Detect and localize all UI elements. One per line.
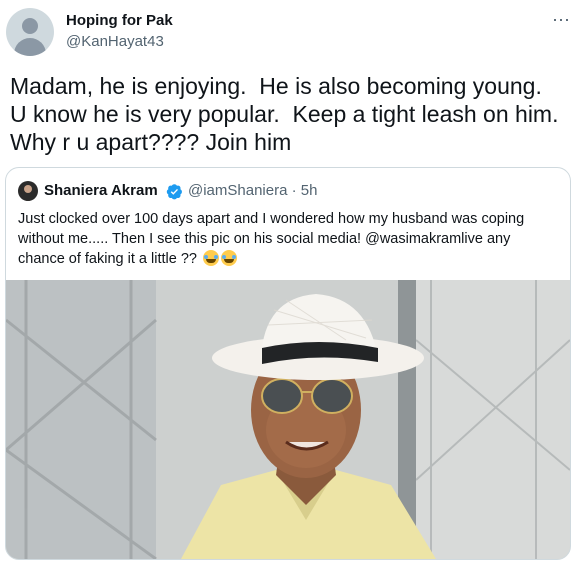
quoted-avatar-face [24,185,32,193]
tweet-text: Madam, he is enjoying. He is also becomi… [10,73,572,155]
quoted-avatar[interactable] [18,181,38,201]
photo-image [6,280,570,559]
author-display-name[interactable]: Hoping for Pak [66,12,173,29]
avatar-head-shape [22,18,38,34]
tears-of-joy-emoji-icon [220,250,237,266]
avatar-shoulders-shape [14,38,46,56]
quoted-text-body: Just clocked over 100 days apart and I w… [18,211,525,267]
author-handle[interactable]: @KanHayat43 [66,33,164,50]
quoted-text: Just clocked over 100 days apart and I w… [18,209,560,269]
more-options-icon[interactable]: ⋯ [552,10,571,31]
tears-of-joy-emoji-icon [202,250,219,266]
quoted-handle-and-time[interactable]: @iamShaniera · 5h [188,182,317,199]
verified-badge-icon [166,184,182,200]
author-avatar[interactable] [6,8,54,56]
quoted-display-name[interactable]: Shaniera Akram [44,182,158,199]
quoted-tweet[interactable]: Shaniera Akram @iamShaniera · 5h Just cl… [5,167,571,560]
quoted-photo[interactable] [6,280,570,559]
